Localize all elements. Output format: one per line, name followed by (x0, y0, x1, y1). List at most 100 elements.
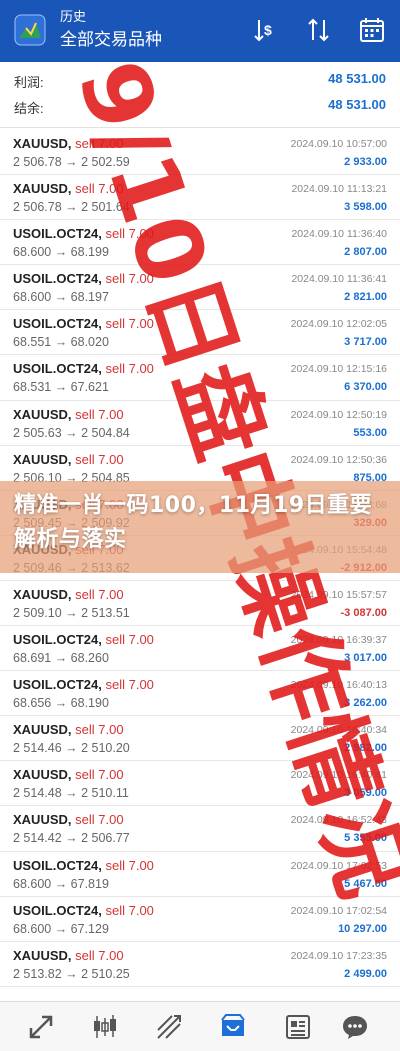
trade-row[interactable]: XAUUSD, sell 7.00 2 505.63 → 2 504.84 2024… (0, 401, 400, 446)
trade-profit: 2 499.00 (344, 967, 387, 980)
trade-prices: 2 509.10 → 2 513.51 (13, 605, 130, 620)
trade-symbol: USOIL.OCT24, sell 7.00 (13, 858, 154, 873)
trade-row[interactable]: XAUUSD, sell 7.00 2 506.78 → 2 502.59 2024… (0, 130, 400, 176)
trade-prices: 2 514.42 → 2 506.77 (13, 831, 130, 846)
trade-row[interactable]: XAUUSD, sell 7.00 2 509.10 → 2 513.51 2024… (0, 581, 400, 627)
trade-symbol: XAUUSD, sell 7.00 (13, 452, 124, 467)
calendar-icon[interactable] (357, 15, 387, 45)
trade-prices: 68.551 → 68.020 (13, 335, 109, 350)
trade-prices: 68.691 → 68.260 (13, 651, 109, 666)
trade-profit: 2 821.00 (344, 291, 387, 304)
trade-side: sell 7.00 (105, 316, 154, 332)
sort-dollar-icon[interactable]: $ (250, 15, 280, 45)
trade-profit: 6 370.00 (344, 381, 387, 394)
symbol-name: USOIL.OCT24, (13, 361, 102, 377)
trade-icon[interactable] (154, 1012, 184, 1042)
trade-symbol: USOIL.OCT24, sell 7.00 (13, 226, 154, 241)
symbol-name: XAUUSD, (13, 181, 72, 197)
trade-profit: 2 807.00 (344, 246, 387, 259)
trade-row[interactable]: USOIL.OCT24, sell 7.00 68.691 → 68.260 202… (0, 626, 400, 672)
trade-symbol: USOIL.OCT24, sell 7.00 (13, 677, 154, 692)
trade-symbol: XAUUSD, sell 7.00 (13, 722, 124, 737)
trade-row[interactable]: XAUUSD, sell 7.00 2 514.42 → 2 506.77 2024… (0, 806, 400, 852)
profit-value: 48 531.00 (328, 71, 386, 86)
trade-side: sell 7.00 (75, 722, 124, 738)
symbol-name: XAUUSD, (13, 451, 72, 467)
trade-row[interactable]: XAUUSD, sell 7.00 2 514.48 → 2 510.11 2024… (0, 761, 400, 807)
profit-label: 利润: (14, 75, 44, 90)
trade-symbol: XAUUSD, sell 7.00 (13, 812, 124, 827)
symbol-name: USOIL.OCT24, (13, 857, 102, 873)
trade-profit: 3 598.00 (344, 201, 387, 214)
trade-symbol: USOIL.OCT24, sell 7.00 (13, 903, 154, 918)
trade-side: sell 7.00 (75, 767, 124, 783)
trade-prices: 68.600 → 67.819 (13, 876, 109, 891)
trade-symbol: XAUUSD, sell 7.00 (13, 948, 124, 963)
trade-time: 2024.09.10 10:57:00 (290, 138, 387, 150)
trade-side: sell 7.00 (105, 361, 154, 377)
app-header: 历史 全部交易品种 $ (0, 0, 400, 62)
trade-row[interactable]: USOIL.OCT24, sell 7.00 68.600 → 68.199 202… (0, 220, 400, 266)
trade-time: 2024.09.10 17:23:35 (290, 949, 387, 962)
symbol-name: USOIL.OCT24, (13, 632, 102, 648)
symbol-name: XAUUSD, (13, 722, 72, 738)
trade-prices: 2 506.78 → 2 501.64 (13, 200, 130, 215)
trade-side: sell 7.00 (105, 226, 154, 242)
trade-side: sell 7.00 (75, 812, 124, 828)
trade-row[interactable]: USOIL.OCT24, sell 7.00 68.656 → 68.190 202… (0, 671, 400, 717)
trade-prices: 68.600 → 68.197 (13, 290, 109, 305)
trade-row[interactable]: USOIL.OCT24, sell 7.00 68.600 → 67.819 202… (0, 852, 400, 897)
symbol-name: XAUUSD, (13, 586, 72, 602)
trade-side: sell 7.00 (75, 451, 124, 467)
trade-time: 2024.09.10 16:40:41 (290, 769, 387, 782)
app-logo-icon[interactable] (14, 14, 46, 46)
trade-symbol: XAUUSD, sell 7.00 (13, 181, 124, 196)
trade-side: sell 7.00 (75, 136, 124, 151)
sort-arrows-icon[interactable] (304, 15, 334, 45)
trade-side: sell 7.00 (75, 406, 124, 422)
trade-side: sell 7.00 (105, 632, 154, 648)
trade-side: sell 7.00 (75, 181, 124, 197)
symbol-name: XAUUSD, (13, 812, 72, 828)
trade-profit: 3 059.00 (344, 787, 387, 800)
trade-row[interactable]: XAUUSD, sell 7.00 2 514.46 → 2 510.20 2024… (0, 716, 400, 762)
bottom-navigation (0, 1001, 400, 1051)
trade-side: sell 7.00 (105, 902, 154, 918)
profit-row: 利润: 48 531.00 (0, 68, 400, 92)
trade-row[interactable]: USOIL.OCT24, sell 7.00 68.600 → 67.129 202… (0, 897, 400, 942)
svg-text:$: $ (264, 22, 272, 38)
trade-time: 2024.09.10 11:13:21 (291, 183, 387, 196)
symbol-name: XAUUSD, (13, 406, 72, 422)
header-small-title: 历史 (60, 9, 87, 24)
quotes-icon[interactable] (26, 1012, 56, 1042)
trade-time: 2024.09.10 17:02:54 (290, 904, 387, 917)
trade-row[interactable]: USOIL.OCT24, sell 7.00 68.531 → 67.621 202… (0, 355, 400, 401)
news-icon[interactable] (283, 1012, 313, 1042)
symbol-name: USOIL.OCT24, (13, 226, 102, 242)
trade-prices: 68.531 → 67.621 (13, 380, 109, 395)
trade-row[interactable]: XAUUSD, sell 7.00 2 513.82 → 2 510.25 2024… (0, 942, 400, 987)
trade-row[interactable]: USOIL.OCT24, sell 7.00 68.551 → 68.020 202… (0, 310, 400, 356)
trade-profit: 3 717.00 (344, 336, 387, 349)
trade-time: 2024.09.10 12:15:16 (290, 363, 387, 376)
trade-prices: 2 514.48 → 2 510.11 (13, 786, 129, 801)
trade-row[interactable]: XAUUSD, sell 7.00 2 506.78 → 2 501.64 2024… (0, 175, 400, 221)
header-title: 全部交易品种 (60, 30, 162, 49)
trade-profit: 5 467.00 (344, 877, 387, 890)
trade-symbol: USOIL.OCT24, sell 7.00 (13, 361, 154, 376)
trade-prices: 2 513.82 → 2 510.25 (13, 966, 130, 981)
trade-profit: 3 262.00 (344, 697, 387, 710)
trade-prices: 2 514.46 → 2 510.20 (13, 741, 130, 756)
trade-profit: 2 982.00 (344, 742, 387, 755)
symbol-name: USOIL.OCT24, (13, 271, 102, 287)
chart-icon[interactable] (90, 1012, 120, 1042)
history-icon[interactable] (218, 1012, 248, 1042)
messages-icon[interactable] (340, 1012, 370, 1042)
trade-time: 2024.09.10 15:57:57 (290, 588, 387, 601)
trade-time: 2024.09.10 16:40:13 (290, 679, 387, 692)
trade-profit: 553.00 (353, 426, 387, 439)
trade-time: 2024.09.10 16:40:34 (290, 724, 387, 737)
trade-row[interactable]: USOIL.OCT24, sell 7.00 68.600 → 68.197 202… (0, 265, 400, 311)
trade-profit: 2 933.00 (344, 156, 387, 168)
trade-prices: 2 506.78 → 2 502.59 (13, 155, 130, 169)
